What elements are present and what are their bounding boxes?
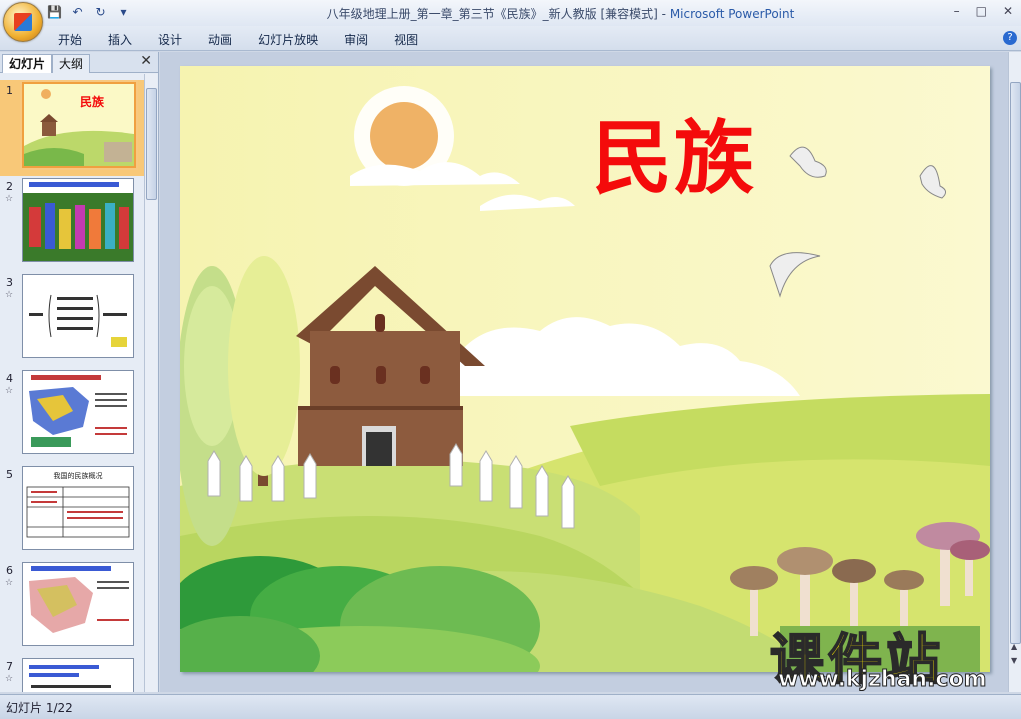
slide-thumbnail-1[interactable]: 民族 [22,82,136,168]
slide-4-preview [23,371,133,453]
tab-design[interactable]: 设计 [158,31,182,48]
slide-editor: 民族 [160,52,1008,692]
customize-qat-icon[interactable]: ▾ [115,4,132,20]
slide-title[interactable]: 民族 [592,94,756,210]
slide-thumbnail-2[interactable] [22,178,134,262]
slide-number: 4 [6,372,13,385]
slide-3-preview [23,275,133,357]
tab-animations[interactable]: 动画 [208,31,232,48]
panel-tabs: 幻灯片 大纲 ✕ [0,52,158,73]
office-logo-icon [14,13,32,31]
slide-thumbnail-5[interactable]: 我国的民族概况 [22,466,134,550]
editor-scrollbar[interactable]: ▲ ▼ [1008,52,1021,692]
tab-slideshow[interactable]: 幻灯片放映 [258,31,318,48]
animation-star-icon: ☆ [5,674,14,684]
prev-slide-icon[interactable]: ▲ [1011,642,1017,651]
close-panel-icon[interactable]: ✕ [140,53,152,69]
tab-review[interactable]: 审阅 [344,31,368,48]
thumb-1-title: 民族 [80,94,105,109]
quick-access-toolbar: 💾 ↶ ↻ ▾ [46,4,132,20]
animation-star-icon: ☆ [5,386,14,396]
window-title: 八年级地理上册_第一章_第三节《民族》_新人教版 [兼容模式] - Micros… [200,5,921,22]
tab-view[interactable]: 视图 [394,31,418,48]
tab-home[interactable]: 开始 [58,31,82,48]
tab-slides[interactable]: 幻灯片 [2,54,53,73]
slide-number: 5 [6,468,13,481]
slides-panel: 幻灯片 大纲 ✕ 1 民族 2 ☆ 3 ☆ 4 ☆ 5 我国的民族概况 6 ☆ … [0,52,159,692]
slide-thumbnail-6[interactable] [22,562,134,646]
slide-5-preview: 我国的民族概况 [23,467,133,549]
thumbnail-scrollbar[interactable] [144,74,157,692]
slide-6-preview [23,563,133,645]
slide-thumbnail-4[interactable] [22,370,134,454]
slide-number: 7 [6,660,13,673]
slide-number: 6 [6,564,13,577]
slide-thumbnail-3[interactable] [22,274,134,358]
bush-icon [180,556,540,672]
title-bar: 💾 ↶ ↻ ▾ 八年级地理上册_第一章_第三节《民族》_新人教版 [兼容模式] … [0,0,1021,42]
watermark-url: www.kjzhan.com [778,667,988,693]
help-icon[interactable]: ? [1003,31,1017,45]
maximize-button[interactable]: □ [976,4,987,18]
next-slide-icon[interactable]: ▼ [1011,656,1017,665]
app-name: Microsoft PowerPoint [669,7,795,21]
title-separator: - [657,7,670,21]
slide-illustration [180,66,990,672]
editor-scroll-thumb[interactable] [1010,82,1021,644]
minimize-button[interactable]: – [954,4,960,18]
slide-thumbnail-7[interactable] [22,658,134,692]
status-bar: 幻灯片 1/22 [0,694,1021,719]
current-slide[interactable]: 民族 [180,66,990,672]
thumbnail-scroll-thumb[interactable] [146,88,157,200]
document-name: 八年级地理上册_第一章_第三节《民族》_新人教版 [兼容模式] [326,7,658,21]
slide-2-preview [23,179,133,261]
thumb-5-title: 我国的民族概况 [54,471,103,480]
slide-1-preview: 民族 [24,84,134,166]
slide-7-preview [23,659,133,692]
window-controls: – □ ✕ [954,4,1013,18]
ribbon-tabs: 开始 插入 设计 动画 幻灯片放映 审阅 视图 [58,31,444,48]
tab-insert[interactable]: 插入 [108,31,132,48]
slide-thumbnails: 1 民族 2 ☆ 3 ☆ 4 ☆ 5 我国的民族概况 6 ☆ 7 ☆ [0,74,144,692]
ribbon: 开始 插入 设计 动画 幻灯片放映 审阅 视图 ? [0,26,1021,51]
animation-star-icon: ☆ [5,578,14,588]
slide-number: 2 [6,180,13,193]
redo-icon[interactable]: ↻ [92,4,109,20]
animation-star-icon: ☆ [5,290,14,300]
tab-outline[interactable]: 大纲 [52,54,91,73]
animation-star-icon: ☆ [5,194,14,204]
office-button[interactable] [3,2,43,42]
undo-icon[interactable]: ↶ [69,4,86,20]
save-icon[interactable]: 💾 [46,4,63,20]
slide-number: 3 [6,276,13,289]
close-button[interactable]: ✕ [1003,4,1013,18]
slide-counter: 幻灯片 1/22 [6,701,73,715]
slide-number: 1 [6,84,13,97]
